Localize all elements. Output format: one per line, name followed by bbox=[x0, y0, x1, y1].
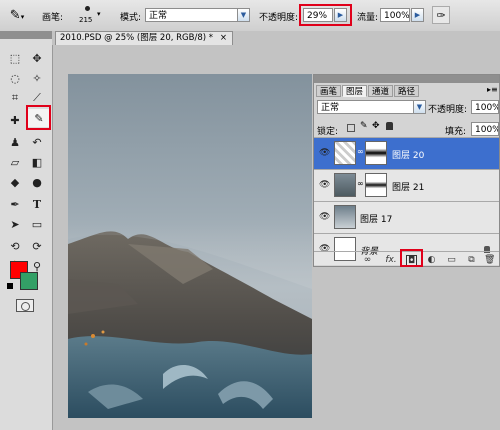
close-tab-icon[interactable]: × bbox=[220, 32, 227, 45]
tab-layers[interactable]: 图层 bbox=[342, 85, 368, 97]
layer-thumbnail bbox=[334, 205, 356, 229]
panel-menu-icon[interactable]: ▸≡ bbox=[487, 85, 498, 94]
magic-wand-tool-icon[interactable]: ✧ bbox=[26, 69, 48, 87]
type-tool-icon[interactable]: T bbox=[26, 195, 48, 213]
layer-thumbnail bbox=[334, 173, 356, 197]
flow-label: 流量: bbox=[357, 13, 379, 23]
link-layers-icon[interactable]: ∞ bbox=[362, 255, 373, 266]
add-mask-highlight bbox=[400, 249, 423, 267]
brush-dot-icon bbox=[85, 6, 90, 11]
layer-name: 图层 21 bbox=[392, 183, 425, 193]
default-colors-icon[interactable] bbox=[7, 283, 13, 289]
fill-input[interactable]: 100% bbox=[471, 122, 499, 136]
background-color-swatch[interactable] bbox=[20, 272, 38, 290]
airbrush-icon[interactable]: ✑ bbox=[432, 6, 450, 24]
eye-icon[interactable]: 👁 bbox=[319, 181, 330, 190]
trash-icon[interactable]: 🗑 bbox=[484, 255, 495, 266]
flow-input[interactable]: 100% bbox=[380, 8, 410, 22]
blend-mode-dropdown-icon[interactable]: ▼ bbox=[413, 100, 426, 114]
layer-row-21[interactable]: 👁 ∞ 图层 21 bbox=[314, 169, 499, 201]
marquee-tool-icon[interactable]: ⬚ bbox=[4, 49, 26, 67]
layer-opacity-label: 不透明度: bbox=[428, 105, 468, 115]
toolbox-header bbox=[0, 31, 52, 39]
adjustment-layer-icon[interactable]: ◐ bbox=[426, 255, 437, 266]
tab-channels[interactable]: 通道 bbox=[368, 85, 394, 97]
eye-icon[interactable]: 👁 bbox=[319, 149, 330, 158]
layer-mask-thumbnail[interactable] bbox=[365, 141, 387, 165]
panel-header bbox=[314, 75, 499, 83]
path-selection-tool-icon[interactable]: ➤ bbox=[4, 215, 26, 233]
options-bar: ✎▾ 画笔: 215 ▾ 模式: 正常 ▼ 不透明度: 29% ▶ 流量: 10… bbox=[0, 0, 500, 32]
toolbox: ⬚ ✥ ◌ ✧ ⌗ ⟋ ✚ ✎ ♟ ↶ ▱ ◧ ◆ ● ✒ T ➤ ▭ ⟲ ⟳ … bbox=[0, 31, 53, 430]
blur-tool-icon[interactable]: ◆ bbox=[4, 173, 26, 191]
fill-label: 填充: bbox=[445, 127, 467, 137]
document-canvas[interactable] bbox=[68, 74, 312, 418]
layer-name: 图层 17 bbox=[360, 215, 393, 225]
layers-panel: 画笔 图层 通道 路径 ▸≡ 正常 ▼ 不透明度: 100% 锁定: ✎ ✥ 填… bbox=[313, 74, 500, 267]
clone-stamp-tool-icon[interactable]: ♟ bbox=[4, 133, 26, 151]
brush-picker[interactable]: 215 ▾ bbox=[78, 4, 101, 27]
lock-pixels-icon[interactable]: ✎ bbox=[360, 121, 368, 131]
chain-link-icon[interactable]: ∞ bbox=[357, 179, 364, 188]
layer-thumbnail bbox=[334, 141, 356, 165]
3d-rotate-tool-icon[interactable]: ⟲ bbox=[4, 237, 26, 255]
mode-label: 模式: bbox=[120, 13, 142, 23]
mode-select[interactable]: 正常 bbox=[145, 8, 238, 22]
opacity-label: 不透明度: bbox=[259, 13, 299, 23]
3d-orbit-tool-icon[interactable]: ⟳ bbox=[26, 237, 48, 255]
layer-mask-thumbnail[interactable] bbox=[365, 173, 387, 197]
dodge-tool-icon[interactable]: ● bbox=[26, 173, 48, 191]
move-tool-icon[interactable]: ✥ bbox=[26, 49, 48, 67]
brush-tool-preset-icon[interactable]: ✎▾ bbox=[6, 7, 28, 24]
layer-row-17[interactable]: 👁 图层 17 bbox=[314, 201, 499, 233]
lock-transparency-icon[interactable] bbox=[347, 124, 355, 132]
layer-name: 图层 20 bbox=[392, 151, 425, 161]
gradient-tool-icon[interactable]: ◧ bbox=[26, 153, 48, 171]
lock-label: 锁定: bbox=[317, 127, 339, 137]
document-tab[interactable]: 2010.PSD @ 25% (图层 20, RGB/8) * × bbox=[55, 31, 233, 45]
lasso-tool-icon[interactable]: ◌ bbox=[4, 69, 26, 87]
eraser-tool-icon[interactable]: ▱ bbox=[4, 153, 26, 171]
brush-size: 215 bbox=[79, 16, 93, 24]
layer-opacity-input[interactable]: 100% bbox=[471, 100, 499, 114]
lock-all-icon[interactable] bbox=[386, 122, 393, 130]
opacity-highlight bbox=[299, 4, 352, 26]
mode-dropdown-icon[interactable]: ▼ bbox=[237, 8, 250, 22]
tab-brushes[interactable]: 画笔 bbox=[316, 85, 342, 97]
lock-position-icon[interactable]: ✥ bbox=[372, 121, 380, 131]
crop-tool-icon[interactable]: ⌗ bbox=[4, 89, 26, 107]
document-title: 2010.PSD @ 25% (图层 20, RGB/8) * bbox=[60, 33, 214, 43]
canvas-image bbox=[68, 224, 312, 418]
new-group-icon[interactable]: ▭ bbox=[446, 255, 457, 266]
shape-tool-icon[interactable]: ▭ bbox=[26, 215, 48, 233]
layer-row-20[interactable]: 👁 ∞ 图层 20 bbox=[314, 137, 499, 169]
blend-mode-select[interactable]: 正常 bbox=[317, 100, 417, 114]
history-brush-tool-icon[interactable]: ↶ bbox=[26, 133, 48, 151]
healing-tool-icon[interactable]: ✚ bbox=[4, 111, 26, 129]
flow-slider-icon[interactable]: ▶ bbox=[411, 8, 424, 22]
brush-tool-highlight bbox=[26, 105, 51, 130]
pen-tool-icon[interactable]: ✒ bbox=[4, 195, 26, 213]
tab-paths[interactable]: 路径 bbox=[394, 85, 420, 97]
panel-footer: ∞ fx. ◘ ◐ ▭ ⧉ 🗑 bbox=[314, 249, 499, 267]
chevron-down-icon: ▾ bbox=[97, 10, 101, 18]
eye-icon[interactable]: 👁 bbox=[319, 213, 330, 222]
quick-mask-icon[interactable] bbox=[16, 299, 34, 312]
chain-link-icon[interactable]: ∞ bbox=[357, 147, 364, 156]
brush-label: 画笔: bbox=[42, 13, 64, 23]
new-layer-icon[interactable]: ⧉ bbox=[466, 255, 477, 266]
fx-button[interactable]: fx. bbox=[384, 255, 398, 266]
